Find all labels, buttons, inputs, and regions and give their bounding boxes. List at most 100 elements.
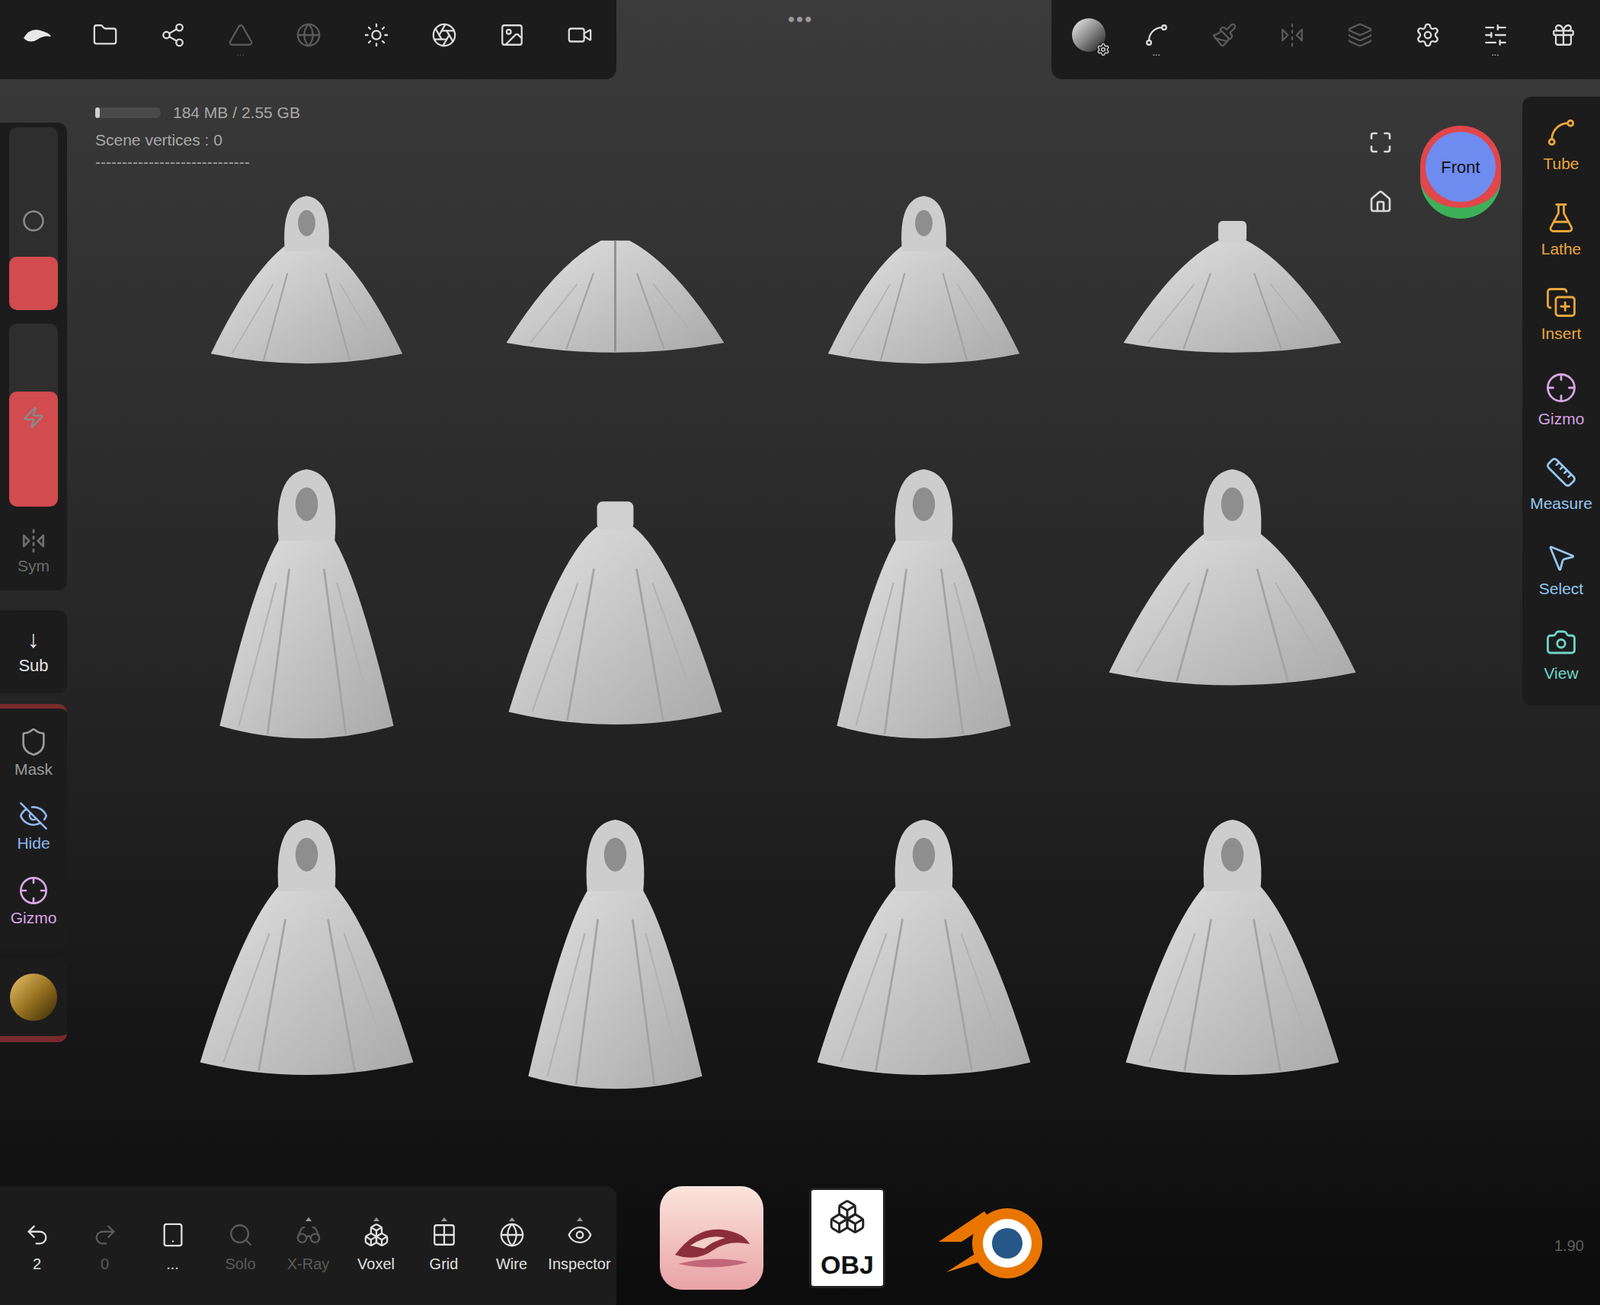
symmetry-icon — [20, 528, 47, 554]
tool-button[interactable]: Mask — [14, 726, 53, 782]
cape-model[interactable] — [1078, 449, 1387, 770]
tool-button[interactable]: Insert — [1541, 286, 1582, 346]
bottom-toolbar-button[interactable]: Grid — [409, 1216, 478, 1276]
intensity-slider[interactable] — [9, 323, 58, 507]
tool-button[interactable]: Lathe — [1541, 201, 1582, 262]
material-panel[interactable] — [0, 958, 68, 1043]
fullscreen-icon[interactable] — [1368, 130, 1393, 155]
toolbar-button[interactable] — [3, 0, 71, 80]
cape-render-icon — [460, 449, 770, 770]
cape-model[interactable] — [152, 800, 461, 1120]
tool-button[interactable]: Tube — [1542, 116, 1579, 176]
obj-cube-icon — [828, 1197, 867, 1236]
cape-render-icon — [1078, 190, 1387, 420]
toolbar-button[interactable] — [1529, 0, 1597, 80]
top-menu[interactable]: ••• — [787, 4, 813, 35]
toolbar-button[interactable] — [1393, 0, 1462, 80]
bottom-toolbar-button[interactable]: 2 — [3, 1216, 71, 1276]
bottom-toolbar-button[interactable]: Solo — [206, 1216, 275, 1276]
toolbar-button[interactable]: ... — [206, 0, 275, 80]
toolbar-button[interactable] — [1190, 0, 1258, 80]
cape-model[interactable] — [769, 800, 1079, 1120]
toolbar-button-icon — [363, 22, 390, 48]
cape-model[interactable] — [460, 190, 770, 420]
toolbar-button[interactable] — [477, 0, 546, 80]
cape-model[interactable] — [1078, 190, 1387, 420]
bottom-toolbar-button[interactable]: Voxel — [342, 1216, 410, 1276]
slider-panel: Sym — [0, 122, 68, 591]
version: 1.90 — [1554, 1234, 1584, 1258]
nomad-logo-icon — [659, 1186, 764, 1290]
bottom-toolbar-button[interactable]: Inspector — [545, 1216, 614, 1276]
cape-model[interactable] — [769, 190, 1079, 420]
toolbar-button-icon — [431, 22, 458, 48]
bottom-tool-icon — [499, 1222, 525, 1248]
toolbar-button[interactable] — [138, 0, 207, 80]
bottom-tool-icon — [431, 1222, 458, 1248]
logos: OBJ — [659, 1186, 1061, 1290]
bottom-toolbar-button[interactable]: 0 — [70, 1216, 139, 1276]
tool-button[interactable]: Gizmo — [10, 875, 58, 931]
toolbar-button[interactable] — [274, 0, 343, 80]
toolbar-button-icon — [1414, 22, 1441, 48]
bottom-tool-icon — [295, 1222, 322, 1248]
material-button[interactable] — [1054, 0, 1123, 80]
more-indicator: ... — [236, 48, 244, 58]
cape-model[interactable] — [460, 800, 770, 1120]
bottom-toolbar-button[interactable]: Wire — [477, 1216, 546, 1276]
cape-model[interactable] — [769, 449, 1079, 770]
memory-usage: 184 MB / 2.55 GB — [172, 100, 301, 125]
toolbar-button[interactable] — [70, 0, 139, 80]
toolbar-button-icon — [92, 22, 119, 48]
tool-button[interactable]: Measure — [1529, 456, 1593, 516]
cape-render-icon — [769, 190, 1079, 420]
cape-render-icon — [152, 800, 461, 1120]
sub-button[interactable]: ↓Sub — [0, 610, 68, 694]
bottom-toolbar-button[interactable]: X-Ray — [274, 1216, 343, 1276]
view-cube[interactable]: Front — [1420, 125, 1501, 219]
toolbar-button-icon — [160, 22, 186, 48]
tool-button[interactable]: Select — [1539, 541, 1584, 602]
toolbar-button-icon — [1143, 22, 1170, 48]
toolbar-button-icon — [1347, 22, 1373, 48]
tool-icon — [18, 800, 49, 832]
memory-bar — [95, 107, 161, 119]
viewport[interactable]: 184 MB / 2.55 GBScene vertices : 0------… — [0, 0, 1600, 1305]
stats-separator: ----------------------------- — [95, 154, 301, 170]
tool-icon — [1545, 626, 1578, 659]
bottom-tool-icon — [566, 1222, 593, 1248]
more-indicator: ... — [1491, 48, 1499, 58]
sym-button[interactable]: Sym — [17, 520, 50, 586]
bottom-tool-icon — [160, 1222, 186, 1248]
home-icon[interactable] — [1368, 189, 1393, 215]
toolbar-button[interactable] — [342, 0, 410, 80]
tool-icon — [1545, 371, 1578, 404]
toolbar-button[interactable] — [409, 0, 478, 80]
bottom-toolbar-button[interactable]: ... — [138, 1216, 207, 1276]
tool-button[interactable]: View — [1543, 626, 1578, 686]
cape-model[interactable] — [1078, 800, 1387, 1120]
intensity-icon — [22, 406, 45, 429]
view-cube-label: Front — [1440, 154, 1480, 180]
tool-button[interactable]: Gizmo — [1538, 371, 1585, 432]
tool-button[interactable]: Hide — [16, 800, 50, 856]
toolbar-button[interactable] — [1257, 0, 1326, 80]
nomad-app-icon[interactable] — [22, 24, 53, 46]
cape-model[interactable] — [460, 449, 770, 770]
toolbar-button[interactable] — [545, 0, 614, 80]
cape-render-icon — [769, 449, 1079, 770]
cape-model[interactable] — [152, 449, 461, 770]
toolbar-button[interactable] — [1325, 0, 1394, 80]
sub-arrow-icon: ↓ — [27, 625, 40, 653]
toolbar-button-icon — [499, 22, 525, 48]
toolbar-button[interactable]: ... — [1122, 0, 1191, 80]
slider-fill — [9, 256, 58, 311]
radius-slider[interactable] — [9, 127, 58, 311]
bottom-tool-icon — [363, 1222, 390, 1248]
tool-icon — [1545, 201, 1578, 234]
toolbar-button-icon — [295, 22, 322, 48]
toolbar-button[interactable]: ... — [1461, 0, 1530, 80]
cape-model[interactable] — [152, 190, 461, 420]
cape-render-icon — [460, 800, 770, 1120]
obj-logo: OBJ — [809, 1187, 886, 1289]
